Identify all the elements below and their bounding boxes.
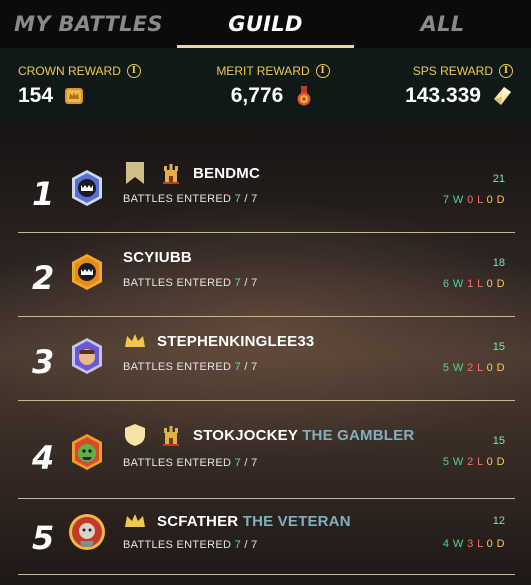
guild-leaderboard: 1 BENDMC BATTLES ENTERED 7 / 7 21 7 W 0 …	[0, 123, 531, 585]
win-loss-draw: 6 W 1 L 0 D	[442, 278, 505, 290]
player-name[interactable]: SCFATHER THE VETERAN	[157, 513, 351, 530]
castle-tower-icon	[163, 426, 179, 446]
battles-entered: BATTLES ENTERED 7 / 7	[123, 193, 258, 205]
crown-token-icon	[65, 87, 84, 104]
bookmark-banner-icon	[126, 162, 144, 184]
sps-crystal-icon	[494, 86, 511, 105]
info-icon[interactable]: i	[126, 63, 141, 78]
player-title: THE GAMBLER	[302, 427, 415, 444]
crown-icon	[125, 334, 145, 347]
table-row[interactable]: 4 STOKJOCKEY THE GAMBLER BATTLES ENTERED…	[18, 411, 515, 499]
castle-tower-icon	[163, 164, 179, 184]
win-loss-draw: 5 W 2 L 0 D	[442, 362, 505, 374]
sps-reward-value: 143.339	[405, 83, 481, 107]
table-row[interactable]: 3 STEPHENKINGLEE33 BATTLES ENTERED 7 / 7…	[18, 319, 515, 401]
merit-reward: MERIT REWARD i 6,776	[216, 63, 330, 108]
battles-entered: BATTLES ENTERED 7 / 7	[123, 539, 258, 551]
rank-number: 5	[32, 519, 55, 557]
tab-all[interactable]: ALL	[354, 0, 531, 48]
crown-icon	[125, 514, 145, 527]
rank-number: 3	[32, 343, 55, 381]
battles-entered: BATTLES ENTERED 7 / 7	[123, 457, 258, 469]
player-avatar-icon	[72, 338, 102, 374]
win-loss-draw: 5 W 2 L 0 D	[442, 456, 505, 468]
tab-guild[interactable]: GUILD	[177, 0, 354, 48]
sps-reward: SPS REWARD i 143.339	[405, 63, 513, 108]
win-loss-draw: 7 W 0 L 0 D	[442, 194, 505, 206]
guild-avatar-icon	[72, 254, 102, 290]
crown-reward-label: CROWN REWARD	[18, 63, 121, 78]
rewards-bar: CROWN REWARD i 154 MERIT REWARD i 6,776	[0, 48, 531, 123]
table-row[interactable]: 1 BENDMC BATTLES ENTERED 7 / 7 21 7 W 0 …	[18, 151, 515, 233]
info-icon[interactable]: i	[499, 63, 513, 78]
tab-bar: MY BATTLES GUILD ALL	[0, 0, 531, 48]
table-row[interactable]: 5 SCFATHER THE VETERAN BATTLES ENTERED 7…	[18, 499, 515, 575]
battles-entered: BATTLES ENTERED 7 / 7	[123, 277, 258, 289]
merit-reward-label: MERIT REWARD	[216, 63, 310, 78]
tab-my-battles[interactable]: MY BATTLES	[0, 0, 177, 48]
guild-avatar-icon	[72, 170, 102, 206]
score-value: 18	[492, 257, 505, 269]
score-value: 12	[492, 515, 505, 527]
shield-icon	[125, 424, 145, 446]
player-name[interactable]: STEPHENKINGLEE33	[157, 333, 314, 350]
battles-entered: BATTLES ENTERED 7 / 7	[123, 361, 258, 373]
merit-reward-value: 6,776	[230, 83, 284, 107]
player-avatar-icon	[69, 514, 105, 550]
sps-reward-label: SPS REWARD	[412, 63, 493, 78]
player-name[interactable]: BENDMC	[193, 165, 260, 182]
win-loss-draw: 4 W 3 L 0 D	[442, 538, 505, 550]
rank-number: 2	[32, 259, 55, 297]
score-value: 15	[492, 341, 505, 353]
rank-number: 4	[32, 439, 55, 477]
info-icon[interactable]: i	[315, 63, 330, 78]
table-row[interactable]: 2 SCYIUBB BATTLES ENTERED 7 / 7 18 6 W 1…	[18, 235, 515, 317]
player-name[interactable]: SCYIUBB	[123, 249, 192, 266]
player-avatar-icon	[72, 434, 102, 470]
player-name[interactable]: STOKJOCKEY THE GAMBLER	[193, 427, 414, 444]
rank-number: 1	[32, 175, 55, 213]
merit-medal-icon	[297, 85, 311, 105]
crown-reward-value: 154	[18, 83, 54, 107]
score-value: 21	[492, 173, 505, 185]
crown-reward: CROWN REWARD i 154	[18, 63, 141, 108]
score-value: 15	[492, 435, 505, 447]
player-title: THE VETERAN	[242, 513, 351, 530]
